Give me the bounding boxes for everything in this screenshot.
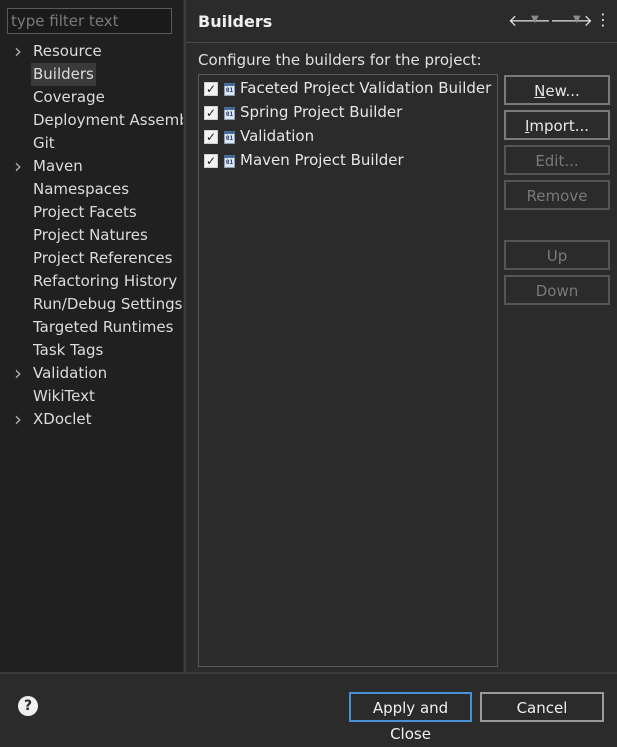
- list-item[interactable]: ✓ 01 Faceted Project Validation Builder: [199, 77, 497, 101]
- tree-item[interactable]: Refactoring History: [0, 270, 183, 293]
- tree-item[interactable]: Coverage: [0, 86, 183, 109]
- tree-item-label: Namespaces: [33, 180, 130, 198]
- page-header: Builders 🡐 ▼ 🡒 ▼ ⋮: [186, 0, 617, 42]
- tree-item-label: Validation: [33, 364, 108, 382]
- filter-input[interactable]: [7, 8, 172, 34]
- tree-item[interactable]: Run/Debug Settings: [0, 293, 183, 316]
- tree-item-label: Project References: [33, 249, 173, 267]
- builder-label: Maven Project Builder: [240, 151, 404, 169]
- tree-item-label: Refactoring History: [33, 272, 178, 290]
- chevron-right-icon[interactable]: ›: [14, 362, 28, 385]
- builder-label: Spring Project Builder: [240, 103, 403, 121]
- tree-item[interactable]: Git: [0, 132, 183, 155]
- tree-item[interactable]: Project Natures: [0, 224, 183, 247]
- builder-label: Validation: [240, 127, 315, 145]
- builder-label: Faceted Project Validation Builder: [240, 79, 492, 97]
- import-button[interactable]: Import...: [504, 110, 610, 140]
- tree-item-label: Resource: [33, 42, 102, 60]
- apply-and-close-button[interactable]: Apply and Close: [349, 692, 472, 743]
- builder-checkbox[interactable]: ✓: [204, 106, 218, 120]
- chevron-right-icon[interactable]: ›: [14, 408, 28, 431]
- tree-item[interactable]: Project Facets: [0, 201, 183, 224]
- builder-checkbox[interactable]: ✓: [204, 82, 218, 96]
- tree-item[interactable]: › Maven: [0, 155, 183, 178]
- builder-icon: 01: [224, 107, 235, 120]
- new-button[interactable]: New...: [504, 75, 610, 105]
- cancel-button[interactable]: Cancel: [480, 692, 604, 722]
- tree-item-label: Run/Debug Settings: [33, 295, 183, 313]
- tree-item[interactable]: Targeted Runtimes: [0, 316, 183, 339]
- forward-dropdown-chevron-icon[interactable]: ▼: [573, 14, 581, 25]
- back-dropdown-chevron-icon[interactable]: ▼: [531, 14, 539, 25]
- tree-item-label: Maven: [33, 157, 83, 175]
- list-item[interactable]: ✓ 01 Maven Project Builder: [199, 149, 497, 173]
- forward-arrow-icon[interactable]: 🡒: [550, 10, 593, 30]
- builder-checkbox[interactable]: ✓: [204, 130, 218, 144]
- preference-tree-pane: › Resource Builders Coverage Deployment Asse…: [0, 0, 183, 672]
- down-button[interactable]: Down: [504, 275, 610, 305]
- tree-item[interactable]: WikiText: [0, 385, 183, 408]
- back-arrow-icon[interactable]: 🡐: [508, 10, 551, 30]
- view-menu-icon[interactable]: ⋮: [595, 10, 611, 29]
- list-item[interactable]: ✓ 01 Spring Project Builder: [199, 101, 497, 125]
- remove-button[interactable]: Remove: [504, 180, 610, 210]
- tree-item-label: Project Facets: [33, 203, 137, 221]
- tree-item[interactable]: Project References: [0, 247, 183, 270]
- new-mnemonic: N: [534, 82, 546, 100]
- tree-item-label: Task Tags: [33, 341, 104, 359]
- tree-item[interactable]: › Validation: [0, 362, 183, 385]
- tree-item-label: Project Natures: [33, 226, 148, 244]
- builder-checkbox[interactable]: ✓: [204, 154, 218, 168]
- page-title: Builders: [198, 12, 273, 31]
- edit-button[interactable]: Edit...: [504, 145, 610, 175]
- new-label: ew...: [545, 82, 580, 100]
- import-label: mport...: [529, 117, 590, 135]
- tree-item[interactable]: › XDoclet: [0, 408, 183, 431]
- preference-tree: › Resource Builders Coverage Deployment Asse…: [0, 40, 183, 431]
- tree-item-label: WikiText: [33, 387, 95, 405]
- chevron-right-icon[interactable]: ›: [14, 40, 28, 63]
- dialog-footer: ? Apply and Close Cancel: [0, 674, 617, 743]
- page-description: Configure the builders for the project:: [198, 51, 482, 69]
- builder-icon: 01: [224, 131, 235, 144]
- tree-item-label: Builders: [31, 63, 96, 86]
- tree-item[interactable]: › Resource: [0, 40, 183, 63]
- header-divider: [186, 42, 617, 43]
- tree-item-label: Coverage: [33, 88, 105, 106]
- chevron-right-icon[interactable]: ›: [14, 155, 28, 178]
- list-item[interactable]: ✓ 01 Validation: [199, 125, 497, 149]
- tree-item[interactable]: Namespaces: [0, 178, 183, 201]
- tree-item[interactable]: Builders: [0, 63, 183, 86]
- help-icon[interactable]: ?: [18, 696, 38, 716]
- builders-list[interactable]: ✓ 01 Faceted Project Validation Builder ✓ 01…: [198, 74, 498, 667]
- builders-page: Builders 🡐 ▼ 🡒 ▼ ⋮ Configure the builder…: [186, 0, 617, 672]
- builder-icon: 01: [224, 83, 235, 96]
- tree-item[interactable]: Deployment Assemb: [0, 109, 183, 132]
- up-button[interactable]: Up: [504, 240, 610, 270]
- tree-item[interactable]: Task Tags: [0, 339, 183, 362]
- tree-item-label: Targeted Runtimes: [33, 318, 174, 336]
- builder-icon: 01: [224, 155, 235, 168]
- tree-item-label: Git: [33, 134, 55, 152]
- tree-item-label: XDoclet: [33, 410, 92, 428]
- tree-item-label: Deployment Assemb: [33, 111, 183, 129]
